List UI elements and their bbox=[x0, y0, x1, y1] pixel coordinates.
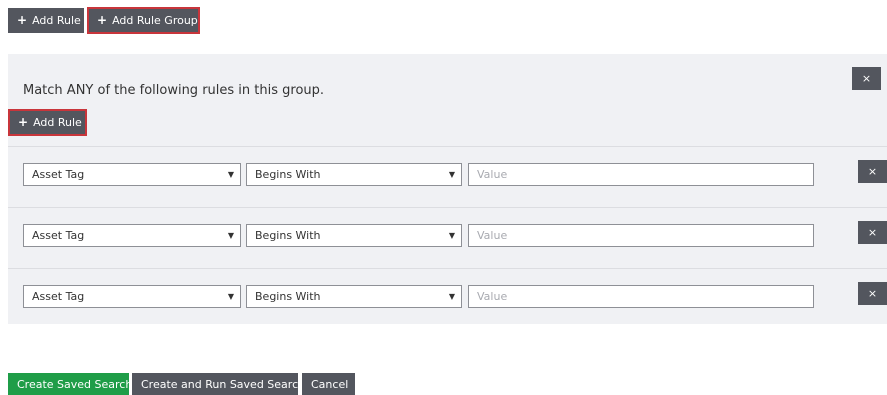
field-select-value: Asset Tag bbox=[32, 229, 85, 242]
cancel-button[interactable]: Cancel bbox=[302, 373, 355, 395]
field-select[interactable]: Asset Tag ▼ bbox=[23, 163, 241, 186]
close-icon: × bbox=[867, 226, 878, 239]
group-add-rule-label: Add Rule bbox=[33, 116, 82, 129]
plus-icon: + bbox=[97, 13, 108, 27]
field-select[interactable]: Asset Tag ▼ bbox=[23, 224, 241, 247]
remove-rule-button[interactable]: × bbox=[858, 160, 887, 183]
chevron-down-icon: ▼ bbox=[227, 170, 234, 179]
chevron-down-icon: ▼ bbox=[448, 231, 455, 240]
operator-select[interactable]: Begins With ▼ bbox=[246, 224, 462, 247]
close-icon: × bbox=[867, 287, 878, 300]
rule-row: Asset Tag ▼ Begins With ▼ × bbox=[8, 207, 887, 267]
chevron-down-icon: ▼ bbox=[448, 170, 455, 179]
create-saved-search-button[interactable]: Create Saved Search bbox=[8, 373, 132, 395]
rule-row: Asset Tag ▼ Begins With ▼ × bbox=[8, 146, 887, 206]
plus-icon: + bbox=[17, 13, 28, 27]
remove-rule-button[interactable]: × bbox=[858, 282, 887, 305]
chevron-down-icon: ▼ bbox=[227, 292, 234, 301]
operator-select-value: Begins With bbox=[255, 168, 321, 181]
operator-select[interactable]: Begins With ▼ bbox=[246, 163, 462, 186]
value-input[interactable] bbox=[468, 224, 814, 247]
remove-rule-button[interactable]: × bbox=[858, 221, 887, 244]
rule-group: Match ANY of the following rules in this… bbox=[8, 54, 887, 324]
operator-select-value: Begins With bbox=[255, 290, 321, 303]
plus-icon: + bbox=[18, 115, 29, 129]
group-description: Match ANY of the following rules in this… bbox=[23, 83, 325, 98]
field-select-value: Asset Tag bbox=[32, 290, 85, 303]
add-rule-button[interactable]: + Add Rule bbox=[8, 8, 84, 33]
rule-row: Asset Tag ▼ Begins With ▼ × bbox=[8, 268, 887, 328]
value-input[interactable] bbox=[468, 163, 814, 186]
add-rule-group-label: Add Rule Group bbox=[112, 14, 198, 27]
close-icon: × bbox=[861, 72, 872, 85]
add-rule-label: Add Rule bbox=[32, 14, 81, 27]
create-and-run-saved-search-button[interactable]: Create and Run Saved Search bbox=[132, 373, 305, 395]
field-select[interactable]: Asset Tag ▼ bbox=[23, 285, 241, 308]
operator-select-value: Begins With bbox=[255, 229, 321, 242]
operator-select[interactable]: Begins With ▼ bbox=[246, 285, 462, 308]
chevron-down-icon: ▼ bbox=[448, 292, 455, 301]
remove-group-button[interactable]: × bbox=[852, 67, 881, 90]
close-icon: × bbox=[867, 165, 878, 178]
rule-builder-page: + Add Rule + Add Rule Group Match ANY of t… bbox=[0, 0, 887, 395]
value-input[interactable] bbox=[468, 285, 814, 308]
chevron-down-icon: ▼ bbox=[227, 231, 234, 240]
field-select-value: Asset Tag bbox=[32, 168, 85, 181]
group-add-rule-button[interactable]: + Add Rule bbox=[8, 109, 87, 136]
add-rule-group-button[interactable]: + Add Rule Group bbox=[87, 7, 200, 34]
